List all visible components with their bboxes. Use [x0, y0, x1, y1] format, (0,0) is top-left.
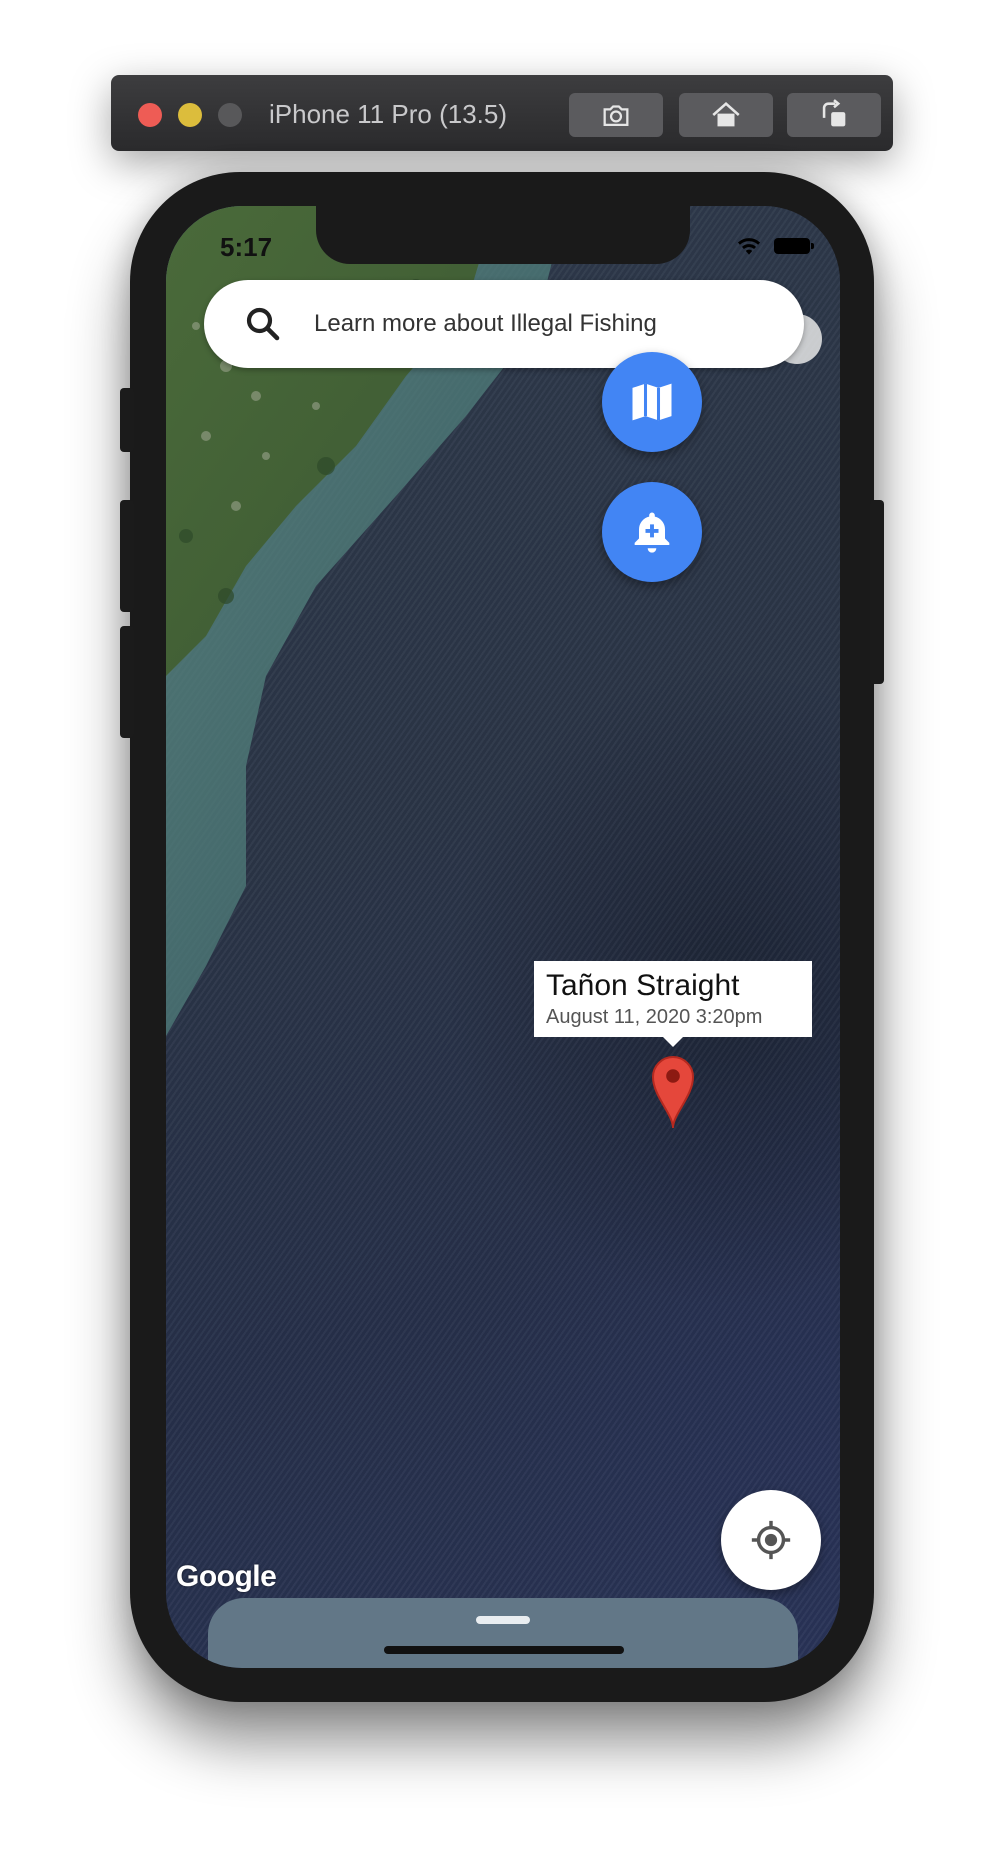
search-bar[interactable]: Learn more about Illegal Fishing — [204, 280, 804, 368]
home-indicator[interactable] — [384, 1646, 624, 1654]
screenshot-button[interactable] — [569, 93, 663, 137]
bottom-sheet[interactable] — [208, 1598, 798, 1668]
report-alert-button[interactable] — [602, 482, 702, 582]
home-button[interactable] — [679, 93, 773, 137]
status-time: 5:17 — [220, 232, 273, 262]
rotate-icon — [822, 99, 846, 127]
sheet-drag-handle[interactable] — [476, 1616, 530, 1624]
google-logo: Google — [176, 1560, 277, 1593]
rotate-button[interactable] — [787, 93, 881, 137]
home-icon — [712, 101, 740, 127]
power-button — [870, 500, 884, 684]
marker-info-window[interactable]: Tañon Straight August 11, 2020 3:20pm — [534, 961, 812, 1047]
my-location-icon — [751, 1520, 791, 1560]
status-icons — [736, 236, 814, 256]
search-placeholder: Learn more about Illegal Fishing — [314, 310, 657, 337]
volume-down-button — [120, 626, 134, 738]
volume-up-button — [120, 500, 134, 612]
minimize-window-button[interactable] — [178, 103, 202, 127]
zoom-window-button[interactable] — [218, 103, 242, 127]
map-type-button[interactable] — [602, 352, 702, 452]
coastline-reef — [166, 206, 566, 1036]
map-pin-icon[interactable] — [649, 1054, 697, 1130]
simulator-title: iPhone 11 Pro (13.5) — [269, 99, 507, 129]
wifi-icon — [737, 238, 761, 255]
my-location-button[interactable] — [721, 1490, 821, 1590]
mute-switch — [120, 388, 134, 452]
battery-icon — [774, 238, 814, 254]
add-alert-icon — [634, 512, 670, 553]
app-screen: Google 5:17 Learn more about Illegal Fis… — [166, 206, 840, 1668]
close-window-button[interactable] — [138, 103, 162, 127]
marker-subtitle: August 11, 2020 3:20pm — [546, 1006, 763, 1028]
map-icon — [632, 383, 672, 421]
marker-title: Tañon Straight — [546, 969, 740, 1002]
notch — [316, 206, 690, 264]
screenshot-icon — [603, 105, 629, 127]
simulator-title-bar: iPhone 11 Pro (13.5) — [111, 75, 893, 151]
search-icon — [246, 307, 280, 341]
